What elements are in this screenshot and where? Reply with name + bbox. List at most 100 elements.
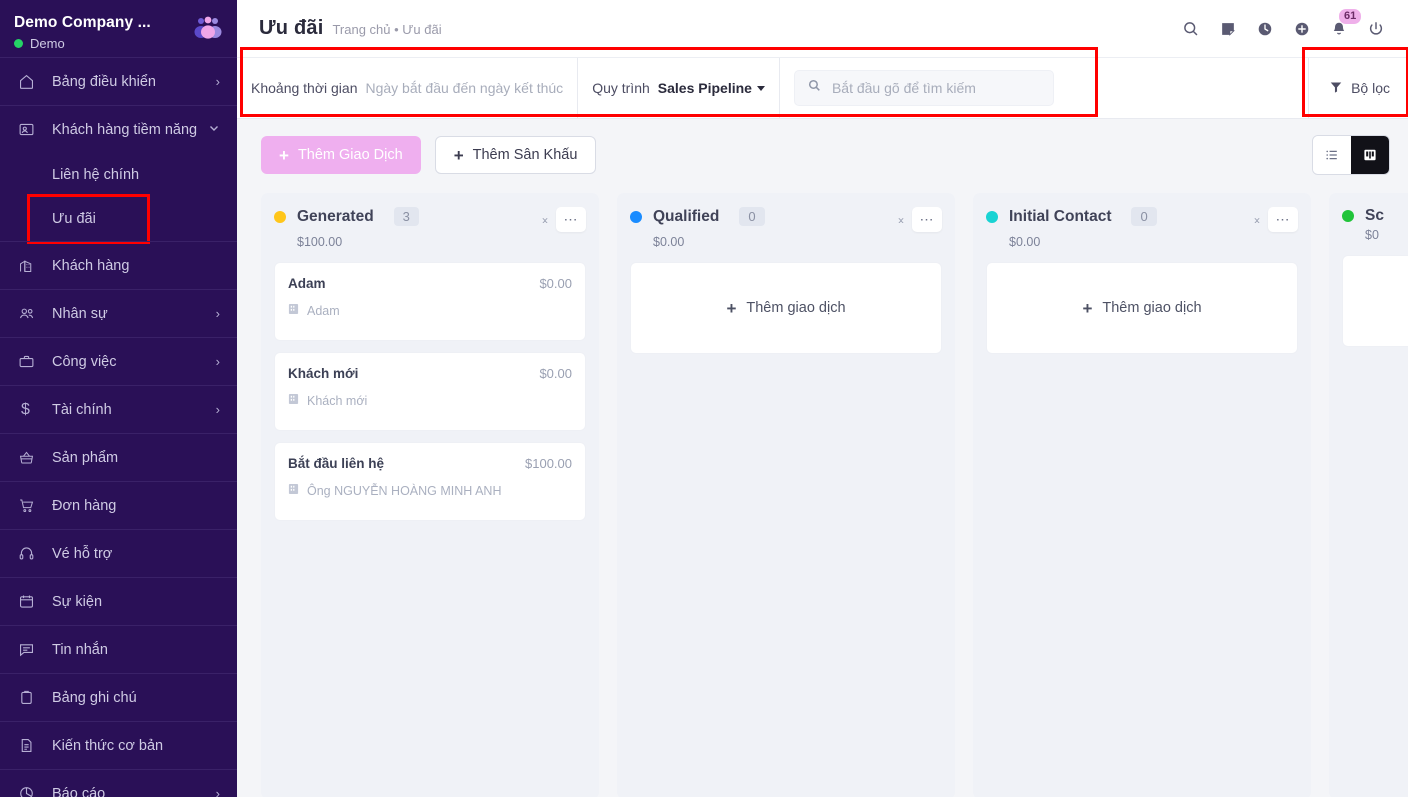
view-toggle xyxy=(1312,135,1390,175)
sidebar-item-customers[interactable]: Khách hàng xyxy=(0,241,237,289)
column-cards: + Thêm giao dịch xyxy=(630,262,942,354)
chevron-right-icon: › xyxy=(215,402,220,417)
cart-icon xyxy=(18,497,42,514)
brand-text: Demo Company ... Demo xyxy=(14,10,151,51)
deal-amount: $0.00 xyxy=(539,276,572,291)
sidebar-item-orders[interactable]: Đơn hàng xyxy=(0,481,237,529)
stage-color-dot-icon xyxy=(1342,210,1354,222)
deal-title: Khách mới xyxy=(288,366,359,381)
add-deal-placeholder[interactable]: + Thêm giao dịch xyxy=(986,262,1298,354)
sidebar-subitem-main-contacts[interactable]: Liên hệ chính xyxy=(0,153,237,197)
basket-icon xyxy=(18,449,42,466)
kanban-column: Initial Contact 0 ›‹ ⋯ $0.00 + Thêm giao… xyxy=(973,193,1311,797)
column-menu-button[interactable]: ⋯ xyxy=(556,207,586,232)
sidebar-item-label: Nhân sự xyxy=(52,305,108,322)
date-range-input[interactable]: Ngày bắt đầu đến ngày kết thúc xyxy=(365,80,563,96)
deal-title: Bắt đầu liên hệ xyxy=(288,456,385,471)
sidebar-item-tickets[interactable]: Vé hỗ trợ xyxy=(0,529,237,577)
plus-icon: + xyxy=(279,145,289,165)
chevron-down-icon xyxy=(756,85,765,91)
sidebar-item-reports[interactable]: Báo cáo › xyxy=(0,769,237,797)
collapse-column-icon[interactable]: ›‹ xyxy=(1254,213,1260,227)
deal-title: Adam xyxy=(288,276,326,291)
column-title-group: Qualified 0 xyxy=(630,207,765,226)
clipboard-icon xyxy=(18,689,42,706)
top-bar: Ưu đãi Trang chủ • Ưu đãi 61 xyxy=(237,0,1408,57)
building-icon xyxy=(288,393,299,408)
sidebar-item-messages[interactable]: Tin nhắn xyxy=(0,625,237,673)
add-deal-placeholder[interactable]: + Thêm giao dịch xyxy=(630,262,942,354)
bell-icon[interactable]: 61 xyxy=(1325,8,1362,43)
list-view-icon[interactable] xyxy=(1313,136,1351,174)
column-cards: + Thêm giao dịch xyxy=(1342,255,1408,347)
search-icon[interactable] xyxy=(1177,15,1205,43)
collapse-column-icon[interactable]: ›‹ xyxy=(542,213,548,227)
sidebar-item-noticeboard[interactable]: Bảng ghi chú xyxy=(0,673,237,721)
sidebar-item-label: Khách hàng tiềm năng xyxy=(52,121,198,138)
users-icon xyxy=(18,305,42,323)
pipeline-filter[interactable]: Quy trình Sales Pipeline xyxy=(578,58,780,118)
search-input[interactable] xyxy=(831,80,1041,96)
chevron-right-icon: › xyxy=(215,354,220,369)
deal-card[interactable]: Khách mới $0.00 Khách mới xyxy=(274,352,586,431)
sidebar-item-label: Sự kiện xyxy=(52,593,103,610)
sidebar-item-leads[interactable]: Khách hàng tiềm năng xyxy=(0,105,237,153)
calendar-icon xyxy=(18,593,42,610)
column-header: Initial Contact 0 ›‹ ⋯ xyxy=(986,207,1298,232)
note-icon[interactable] xyxy=(1214,15,1242,43)
sidebar-item-events[interactable]: Sự kiện xyxy=(0,577,237,625)
column-title-group: Initial Contact 0 xyxy=(986,207,1157,226)
sidebar-item-jobs[interactable]: Công việc › xyxy=(0,337,237,385)
sidebar-item-label: Kiến thức cơ bản xyxy=(52,737,164,754)
sidebar-item-products[interactable]: Sản phẩm xyxy=(0,433,237,481)
funnel-icon xyxy=(1329,80,1343,97)
add-stage-button[interactable]: + Thêm Sân Khấu xyxy=(434,136,597,174)
power-icon[interactable] xyxy=(1362,15,1390,43)
date-range-filter[interactable]: Khoảng thời gian Ngày bắt đầu đến ngày k… xyxy=(237,58,579,118)
deal-amount: $0.00 xyxy=(539,366,572,381)
sidebar-item-hr[interactable]: Nhân sự › xyxy=(0,289,237,337)
sidebar-item-dashboard[interactable]: Bảng điều khiển › xyxy=(0,57,237,105)
plus-circle-icon[interactable] xyxy=(1288,15,1316,43)
deal-card[interactable]: Adam $0.00 Adam xyxy=(274,262,586,341)
search-box[interactable] xyxy=(793,70,1054,106)
clock-icon[interactable] xyxy=(1251,15,1279,43)
card-header: Khách mới $0.00 xyxy=(288,366,572,381)
kanban-view-icon[interactable] xyxy=(1351,136,1389,174)
column-name: Generated xyxy=(297,207,374,225)
column-count-badge: 3 xyxy=(393,207,419,226)
brand-header[interactable]: Demo Company ... Demo xyxy=(0,0,237,57)
sidebar-item-label: Vé hỗ trợ xyxy=(52,545,113,562)
column-menu-button[interactable]: ⋯ xyxy=(912,207,942,232)
toolbar: + Thêm Giao Dịch + Thêm Sân Khấu xyxy=(237,119,1408,175)
home-icon xyxy=(18,73,42,90)
company-status: Demo xyxy=(14,36,151,51)
column-actions: ›‹ ⋯ xyxy=(898,207,942,232)
add-deal-placeholder[interactable]: + Thêm giao dịch xyxy=(1342,255,1408,347)
column-menu-button[interactable]: ⋯ xyxy=(1268,207,1298,232)
deal-card[interactable]: Bắt đầu liên hệ $100.00 Ông NGUYỄN HOÀNG… xyxy=(274,442,586,521)
search-filter-group xyxy=(780,58,1068,118)
add-deal-label: Thêm Giao Dịch xyxy=(297,147,403,163)
top-bar-icons: 61 xyxy=(1177,8,1394,43)
column-cards: + Thêm giao dịch xyxy=(986,262,1298,354)
company-name: Demo Company ... xyxy=(14,14,151,31)
sidebar-subitem-deals[interactable]: Ưu đãi xyxy=(30,197,147,241)
stage-color-dot-icon xyxy=(986,210,998,223)
sidebar-item-knowledgebase[interactable]: Kiến thức cơ bản xyxy=(0,721,237,769)
briefcase-icon xyxy=(18,353,42,370)
page-heading-group: Ưu đãi Trang chủ • Ưu đãi xyxy=(259,17,442,40)
filter-button[interactable]: Bộ lọc xyxy=(1308,58,1408,118)
pipeline-select[interactable]: Sales Pipeline xyxy=(658,80,765,96)
add-deal-button[interactable]: + Thêm Giao Dịch xyxy=(261,136,421,174)
chevron-right-icon: › xyxy=(215,786,220,797)
collapse-column-icon[interactable]: ›‹ xyxy=(898,213,904,227)
card-header: Bắt đầu liên hệ $100.00 xyxy=(288,456,572,471)
sidebar: Demo Company ... Demo Bảng điều khiển › … xyxy=(0,0,237,797)
column-title-group: Generated 3 xyxy=(274,207,419,226)
page-title: Ưu đãi xyxy=(259,17,324,39)
kanban-column: Qualified 0 ›‹ ⋯ $0.00 + Thêm giao dịch xyxy=(617,193,955,797)
headset-icon xyxy=(18,545,42,562)
sidebar-item-label: Đơn hàng xyxy=(52,497,117,514)
sidebar-item-finance[interactable]: $ Tài chính › xyxy=(0,385,237,433)
